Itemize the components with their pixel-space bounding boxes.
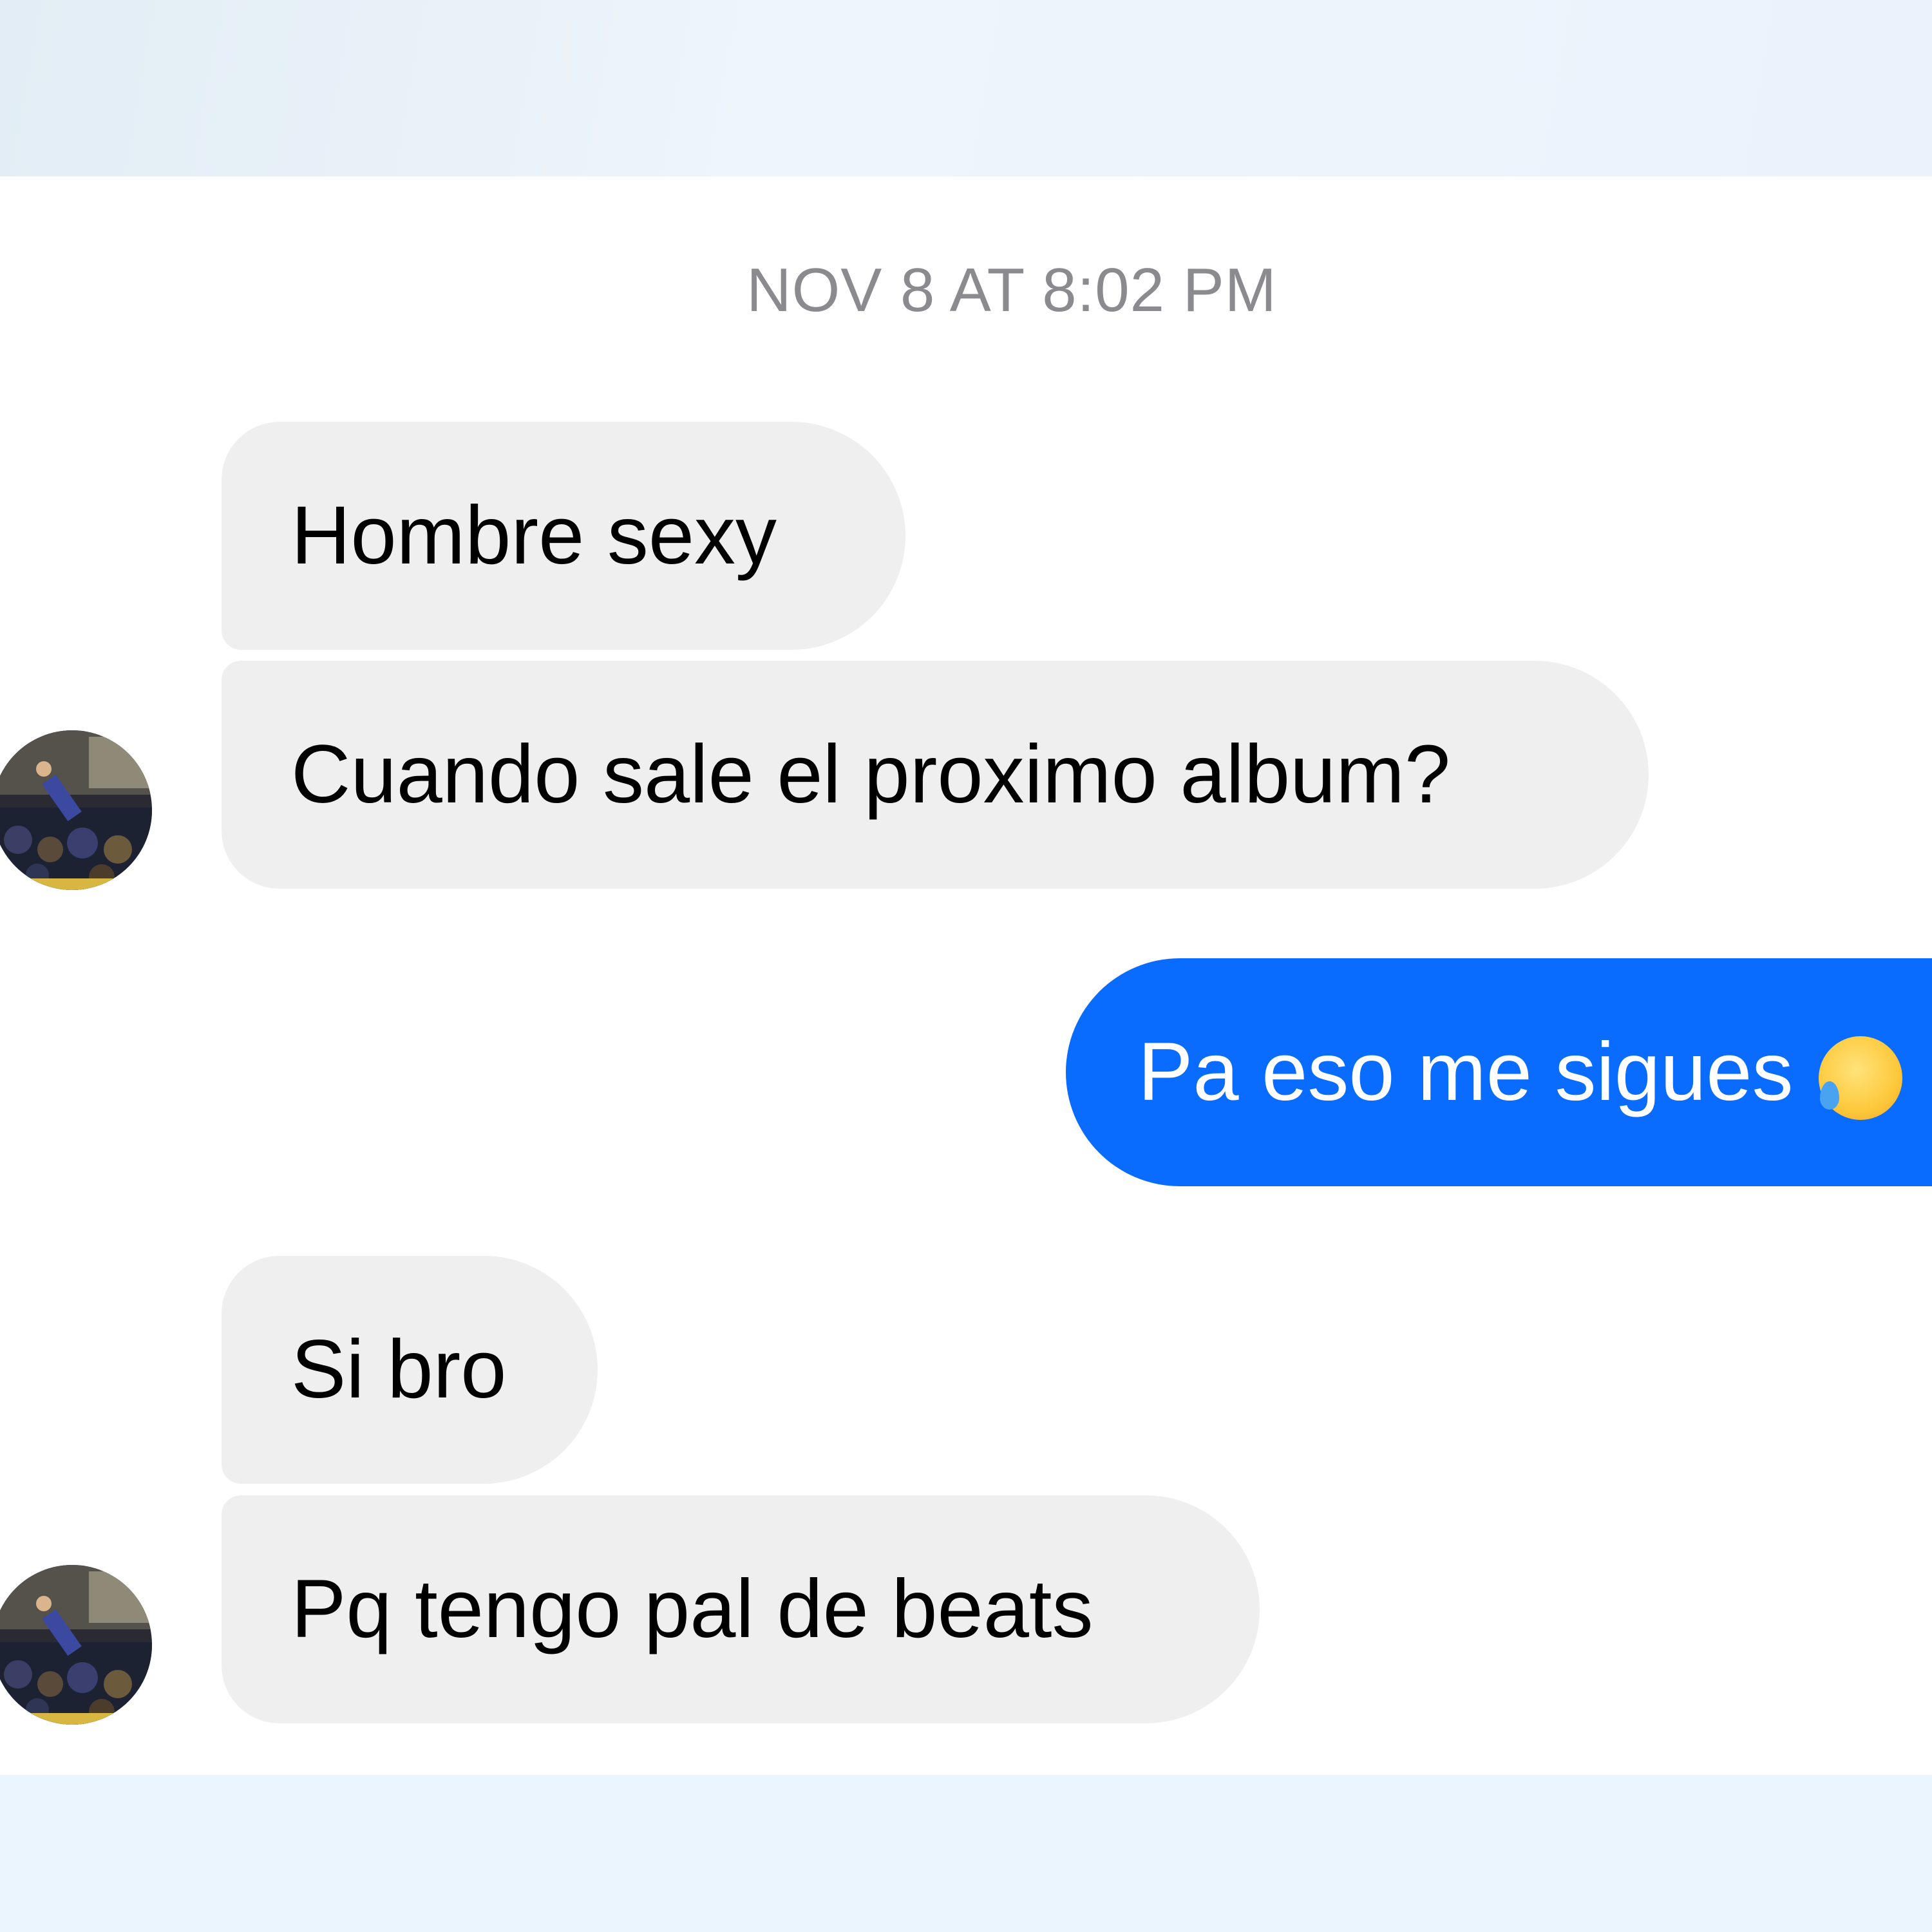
avatar-photo <box>0 730 152 890</box>
header-bar <box>0 0 1932 176</box>
outgoing-message-bubble[interactable]: Pa eso me sigues <box>1066 958 1932 1186</box>
message-text: Pq tengo pal de beats <box>291 1563 1094 1655</box>
face-with-tears-of-joy-icon <box>1819 1036 1903 1121</box>
incoming-message-bubble[interactable]: Si bro <box>222 1256 598 1484</box>
contact-avatar[interactable] <box>0 730 152 890</box>
message-text: Cuando sale el proximo album? <box>291 728 1451 820</box>
incoming-message-bubble[interactable]: Pq tengo pal de beats <box>222 1495 1260 1723</box>
contact-avatar[interactable] <box>0 1565 152 1725</box>
avatar-photo <box>0 1565 152 1725</box>
chat-screen: NOV 8 AT 8:02 PM Hombre sexy Cuando sale… <box>0 0 1932 1932</box>
composer-bar <box>0 1775 1932 1932</box>
tear-drop <box>1820 1081 1840 1110</box>
incoming-message-bubble[interactable]: Hombre sexy <box>222 422 905 650</box>
message-text: Hombre sexy <box>291 489 777 582</box>
incoming-message-bubble[interactable]: Cuando sale el proximo album? <box>222 661 1649 889</box>
message-text: Si bro <box>291 1323 507 1416</box>
message-text: Pa eso me sigues <box>1138 1026 1794 1118</box>
message-timestamp: NOV 8 AT 8:02 PM <box>746 256 1277 325</box>
